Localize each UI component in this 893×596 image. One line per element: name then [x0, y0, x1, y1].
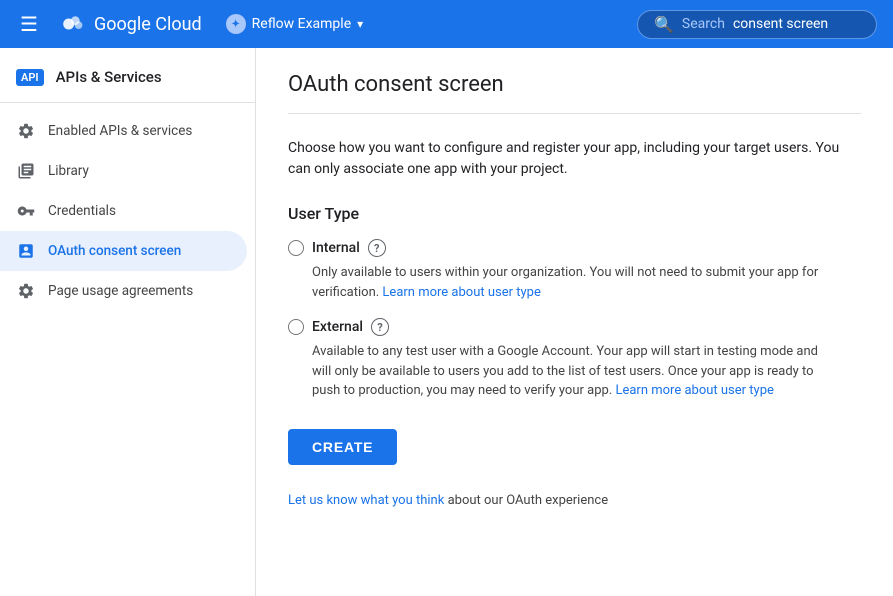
project-dropdown-icon: ▾	[357, 17, 363, 31]
sidebar-title: APIs & Services	[56, 68, 162, 86]
feedback-link[interactable]: Let us know what you think	[288, 493, 444, 508]
project-icon: ✦	[226, 14, 246, 34]
internal-help-icon[interactable]: ?	[368, 239, 386, 257]
api-badge: API	[16, 69, 44, 86]
sidebar-item-page-usage[interactable]: Page usage agreements	[0, 271, 247, 311]
footer-suffix: about our OAuth experience	[444, 493, 608, 508]
sidebar-item-library[interactable]: Library	[0, 151, 247, 191]
project-selector[interactable]: ✦ Reflow Example ▾	[226, 14, 364, 34]
layout: API APIs & Services Enabled APIs & servi…	[0, 48, 893, 596]
page-title: OAuth consent screen	[288, 72, 861, 114]
project-label: Reflow Example	[252, 16, 351, 32]
create-button[interactable]: CREATE	[288, 429, 397, 465]
library-icon	[16, 161, 36, 181]
section-title: User Type	[288, 204, 861, 223]
internal-label: Internal	[312, 240, 360, 256]
page-usage-icon	[16, 281, 36, 301]
sidebar-item-label: Enabled APIs & services	[48, 123, 192, 139]
search-bar[interactable]: 🔍 Search consent screen	[637, 10, 877, 39]
external-radio[interactable]	[288, 319, 304, 335]
external-option: External ? Available to any test user wi…	[288, 318, 861, 401]
search-icon: 🔍	[654, 15, 674, 34]
credentials-icon	[16, 201, 36, 221]
header: ☰ Google Cloud ✦ Reflow Example ▾ 🔍 Sear…	[0, 0, 893, 48]
main-content: OAuth consent screen Choose how you want…	[256, 48, 893, 596]
external-help-icon[interactable]: ?	[371, 318, 389, 336]
external-radio-label[interactable]: External ?	[288, 318, 861, 336]
sidebar-item-label: OAuth consent screen	[48, 243, 181, 259]
logo: Google Cloud	[58, 13, 202, 35]
internal-radio[interactable]	[288, 240, 304, 256]
internal-radio-label[interactable]: Internal ?	[288, 239, 861, 257]
search-label: Search	[682, 16, 725, 32]
footer-text: Let us know what you think about our OAu…	[288, 493, 861, 508]
sidebar-item-label: Credentials	[48, 203, 116, 219]
google-cloud-logo-icon	[58, 13, 86, 35]
menu-icon[interactable]: ☰	[16, 8, 42, 40]
search-placeholder: consent screen	[733, 16, 828, 32]
internal-description: Only available to users within your orga…	[312, 263, 832, 302]
sidebar-item-oauth-consent[interactable]: OAuth consent screen	[0, 231, 247, 271]
sidebar-item-label: Library	[48, 163, 89, 179]
user-type-group: Internal ? Only available to users withi…	[288, 239, 861, 401]
external-description: Available to any test user with a Google…	[312, 342, 832, 401]
oauth-consent-icon	[16, 241, 36, 261]
sidebar-item-enabled-apis[interactable]: Enabled APIs & services	[0, 111, 247, 151]
sidebar-item-credentials[interactable]: Credentials	[0, 191, 247, 231]
sidebar-header: API APIs & Services	[0, 56, 255, 103]
sidebar-item-label: Page usage agreements	[48, 283, 193, 299]
enabled-apis-icon	[16, 121, 36, 141]
external-learn-more-link[interactable]: Learn more about user type	[615, 383, 773, 398]
internal-option: Internal ? Only available to users withi…	[288, 239, 861, 302]
sidebar: API APIs & Services Enabled APIs & servi…	[0, 48, 256, 596]
description: Choose how you want to configure and reg…	[288, 138, 861, 180]
internal-learn-more-link[interactable]: Learn more about user type	[382, 285, 540, 300]
external-label: External	[312, 319, 363, 335]
